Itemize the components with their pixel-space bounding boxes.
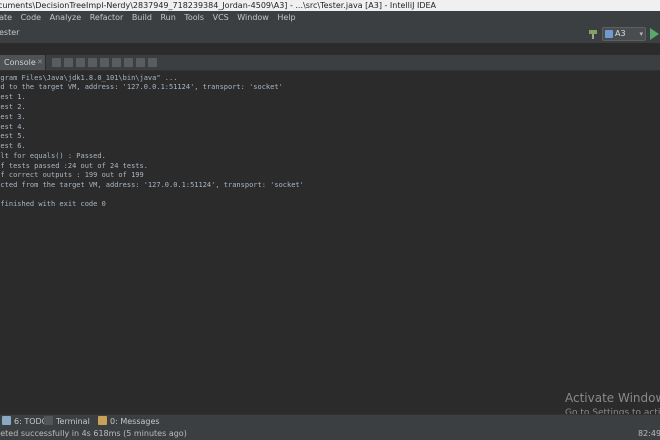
console-line: ted to the target VM, address: '127.0.0.… xyxy=(0,83,283,91)
console-line: of tests passed :24 out of 24 tests. xyxy=(0,162,148,170)
close-icon[interactable]: ✕ xyxy=(37,55,43,70)
tab-todo-label: 6: TODO xyxy=(14,417,48,426)
menu-help[interactable]: Help xyxy=(277,11,295,24)
status-bar: leted successfully in 4s 618ms (5 minute… xyxy=(0,428,660,440)
console-line: sult for equals() : Passed. xyxy=(0,152,106,160)
console-line: rogram Files\Java\jdk1.8.0_101\bin\java"… xyxy=(0,74,178,82)
tab-todo[interactable]: 6: TODO xyxy=(2,415,48,428)
messages-icon xyxy=(98,416,107,425)
drop-frame-icon[interactable] xyxy=(112,58,121,67)
console-output[interactable]: rogram Files\Java\jdk1.8.0_101\bin\java"… xyxy=(0,72,660,412)
menu-window[interactable]: Window xyxy=(237,11,269,24)
step-into-icon[interactable] xyxy=(76,58,85,67)
caret-position[interactable]: 82:49 xyxy=(638,428,660,440)
breadcrumb-file[interactable]: ester xyxy=(0,27,19,39)
tab-messages[interactable]: 0: Messages xyxy=(98,415,160,428)
run-tool-window-header: Console ✕ xyxy=(0,55,660,71)
console-line: s finished with exit code 0 xyxy=(0,200,106,208)
tab-console-label: Console xyxy=(4,58,36,67)
force-step-into-icon[interactable] xyxy=(88,58,97,67)
console-line: test 3. xyxy=(0,113,26,121)
console-line: of correct outputs : 199 out of 199 xyxy=(0,171,144,179)
menu-tools[interactable]: Tools xyxy=(184,11,204,24)
console-line: test 5. xyxy=(0,132,26,140)
run-configuration-selector[interactable]: A3 ▾ xyxy=(602,27,646,41)
main-menubar: gate Code Analyze Refactor Build Run Too… xyxy=(0,11,660,24)
activation-watermark-title: Activate Windows xyxy=(565,391,660,405)
run-config-label: A3 xyxy=(615,29,626,38)
tool-window-bar: 6: TODO Terminal 0: Messages xyxy=(0,414,660,428)
step-out-icon[interactable] xyxy=(100,58,109,67)
chevron-down-icon: ▾ xyxy=(639,30,643,38)
menu-navigate[interactable]: gate xyxy=(0,11,12,24)
stop-icon[interactable] xyxy=(52,58,61,67)
java-class-icon xyxy=(605,30,613,38)
tab-terminal-label: Terminal xyxy=(56,417,90,426)
console-line: test 2. xyxy=(0,103,26,111)
settings-icon[interactable] xyxy=(148,58,157,67)
tab-console[interactable]: Console ✕ xyxy=(0,55,46,70)
console-line: test 1. xyxy=(0,93,26,101)
console-line: nected from the target VM, address: '127… xyxy=(0,181,304,189)
step-over-icon[interactable] xyxy=(64,58,73,67)
terminal-icon xyxy=(44,416,53,425)
status-message[interactable]: leted successfully in 4s 618ms (5 minute… xyxy=(0,428,187,440)
console-line: test 4. xyxy=(0,123,26,131)
window-titlebar: cuments\DecisionTreeImpl-Nerdy\2837949_7… xyxy=(0,0,660,11)
tab-terminal[interactable]: Terminal xyxy=(44,415,90,428)
menu-refactor[interactable]: Refactor xyxy=(90,11,124,24)
run-play-icon[interactable] xyxy=(650,28,659,40)
menu-analyze[interactable]: Analyze xyxy=(50,11,82,24)
console-line: test 6. xyxy=(0,142,26,150)
build-hammer-icon[interactable] xyxy=(588,29,598,39)
window-title: cuments\DecisionTreeImpl-Nerdy\2837949_7… xyxy=(0,1,437,10)
menu-build[interactable]: Build xyxy=(132,11,152,24)
menu-code[interactable]: Code xyxy=(21,11,41,24)
menu-vcs[interactable]: VCS xyxy=(213,11,229,24)
menu-run[interactable]: Run xyxy=(160,11,175,24)
todo-icon xyxy=(2,416,11,425)
tab-messages-label: 0: Messages xyxy=(110,417,160,426)
run-to-cursor-icon[interactable] xyxy=(124,58,133,67)
navigation-bar: ester A3 ▾ xyxy=(0,24,660,44)
evaluate-expression-icon[interactable] xyxy=(136,58,145,67)
